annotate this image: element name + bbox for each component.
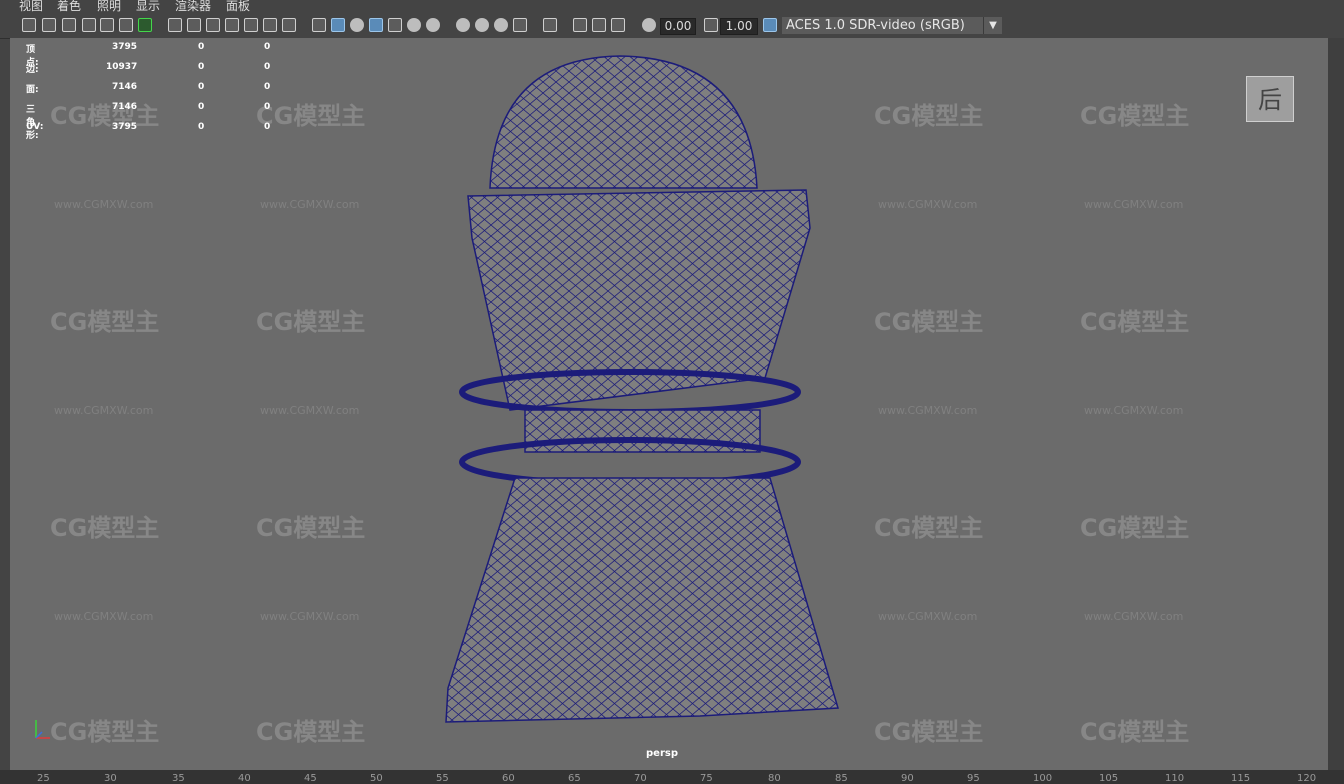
depth-of-field-icon[interactable] [513, 18, 527, 32]
menu-panels[interactable]: 面板 [226, 0, 250, 14]
ruler-tick: 90 [901, 773, 914, 784]
hud-value: 3795 [112, 42, 138, 52]
ruler-tick: 100 [1033, 773, 1053, 784]
textured-icon[interactable] [388, 18, 402, 32]
use-all-lights-icon[interactable] [407, 18, 421, 32]
2d-pan-zoom-icon[interactable] [119, 18, 133, 32]
image-plane-icon[interactable] [82, 18, 96, 32]
time-slider-ruler[interactable]: 25 30 35 40 45 50 55 60 65 70 75 80 85 9… [0, 770, 1344, 784]
ruler-tick: 75 [700, 773, 713, 784]
grid-icon[interactable] [168, 18, 182, 32]
screen-space-ao-icon[interactable] [456, 18, 470, 32]
hud-value: 3795 [112, 122, 138, 132]
safe-action-icon[interactable] [263, 18, 277, 32]
default-material-icon[interactable] [350, 18, 364, 32]
ruler-tick: 110 [1165, 773, 1185, 784]
xray-joints-icon[interactable] [592, 18, 606, 32]
ruler-tick: 115 [1231, 773, 1251, 784]
hud-component: 0 [264, 42, 271, 52]
mesh-model[interactable] [10, 38, 1328, 770]
menu-lighting[interactable]: 照明 [97, 0, 121, 14]
hud-value: 7146 [112, 102, 138, 112]
ruler-tick: 50 [370, 773, 383, 784]
hud-value: 7146 [112, 82, 138, 92]
gate-mask-icon[interactable] [225, 18, 239, 32]
grease-pencil-tool-icon[interactable] [138, 18, 152, 32]
side-panel-edge [1328, 38, 1344, 770]
ruler-tick: 70 [634, 773, 647, 784]
isolate-select-icon[interactable] [543, 18, 557, 32]
hud-component: 0 [264, 122, 271, 132]
menu-renderer[interactable]: 渲染器 [175, 0, 211, 14]
hud-label: UV: [26, 122, 44, 132]
ruler-tick: 85 [835, 773, 848, 784]
color-space-label: ACES 1.0 SDR-video (sRGB) [786, 18, 965, 33]
menu-shading[interactable]: 着色 [57, 0, 81, 14]
ruler-tick: 95 [967, 773, 980, 784]
hud-selected: 0 [198, 102, 205, 112]
view-cube[interactable]: 后 [1246, 76, 1294, 122]
wireframe-on-shaded-icon[interactable] [369, 18, 383, 32]
ruler-tick: 60 [502, 773, 515, 784]
anti-aliasing-icon[interactable] [494, 18, 508, 32]
shadows-icon[interactable] [426, 18, 440, 32]
ruler-tick: 80 [768, 773, 781, 784]
ruler-tick: 120 [1297, 773, 1317, 784]
color-management-icon[interactable] [763, 18, 777, 32]
ruler-tick: 45 [304, 773, 317, 784]
hud-label: 边: [26, 65, 39, 75]
ruler-tick: 40 [238, 773, 251, 784]
menu-view[interactable]: 视图 [19, 0, 43, 14]
smooth-shade-icon[interactable] [331, 18, 345, 32]
menu-show[interactable]: 显示 [136, 0, 160, 14]
camera-attributes-icon[interactable] [42, 18, 56, 32]
field-chart-icon[interactable] [244, 18, 258, 32]
hud-value: 10937 [106, 62, 138, 72]
grease-pencil-icon[interactable] [100, 18, 114, 32]
ruler-tick: 65 [568, 773, 581, 784]
hud-selected: 0 [198, 62, 205, 72]
motion-blur-icon[interactable] [475, 18, 489, 32]
viewport-menu-bar: 视图 着色 照明 显示 渲染器 面板 [0, 0, 1344, 14]
hud-component: 0 [264, 82, 271, 92]
ruler-tick: 35 [172, 773, 185, 784]
color-space-dropdown[interactable]: ACES 1.0 SDR-video (sRGB) ▼ [782, 17, 1002, 34]
safe-title-icon[interactable] [282, 18, 296, 32]
hud-label: 面: [26, 85, 39, 95]
hud-selected: 0 [198, 122, 205, 132]
exposure-field[interactable]: 0.00 [660, 18, 696, 35]
panel-toolbar: 0.00 1.00 ACES 1.0 SDR-video (sRGB) ▼ [0, 14, 1344, 39]
ruler-tick: 105 [1099, 773, 1119, 784]
exposure-icon[interactable] [642, 18, 656, 32]
gamma-field[interactable]: 1.00 [720, 18, 758, 35]
select-camera-icon[interactable] [22, 18, 36, 32]
gamma-icon[interactable] [704, 18, 718, 32]
resolution-gate-icon[interactable] [206, 18, 220, 32]
camera-label: persp [646, 748, 678, 759]
ruler-tick: 25 [37, 773, 50, 784]
ruler-tick: 30 [104, 773, 117, 784]
xray-components-icon[interactable] [611, 18, 625, 32]
xray-icon[interactable] [573, 18, 587, 32]
ruler-tick: 55 [436, 773, 449, 784]
chevron-down-icon: ▼ [983, 17, 1002, 34]
hud-selected: 0 [198, 82, 205, 92]
dome-shape [489, 55, 758, 189]
3d-viewport[interactable]: CG模型主 CG模型主 CG模型主 CG模型主 CG模型主 CG模型主 CG模型… [10, 38, 1328, 770]
wireframe-icon[interactable] [312, 18, 326, 32]
hud-component: 0 [264, 102, 271, 112]
hud-selected: 0 [198, 42, 205, 52]
hud-component: 0 [264, 62, 271, 72]
base-shape [445, 477, 839, 723]
axis-gizmo-icon [35, 720, 50, 739]
film-gate-icon[interactable] [187, 18, 201, 32]
bookmark-icon[interactable] [62, 18, 76, 32]
